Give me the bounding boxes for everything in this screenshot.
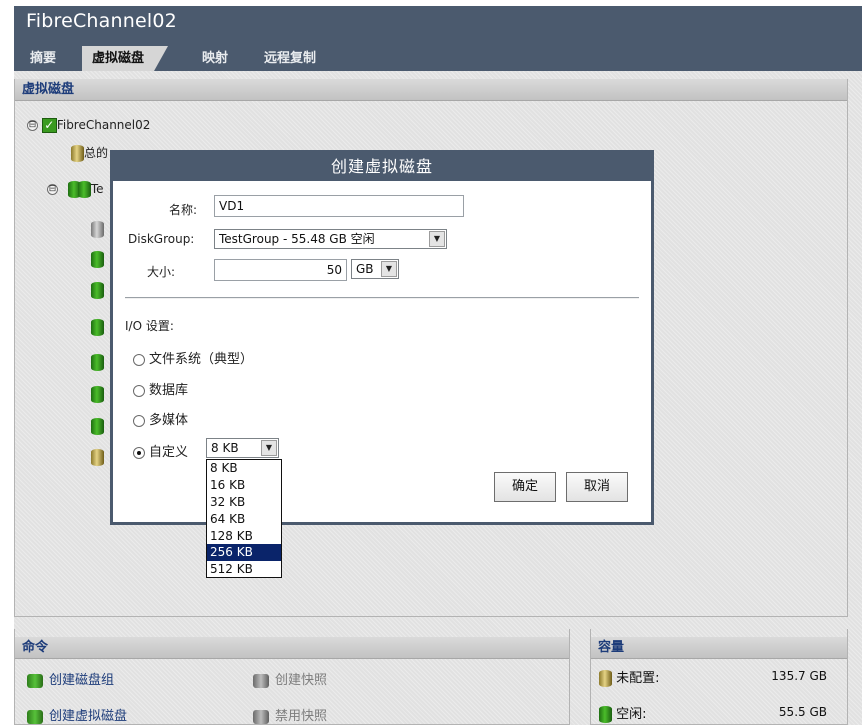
- size-unit-value: GB: [356, 262, 374, 276]
- tab-remote-replication[interactable]: 远程复制: [254, 46, 326, 71]
- tab-mapping[interactable]: 映射: [192, 46, 238, 71]
- capacity-free-row: 空闲:: [599, 703, 647, 723]
- disk-group-icon: [77, 181, 91, 198]
- disk-icon: [91, 319, 104, 336]
- chevron-down-icon[interactable]: ▼: [261, 440, 277, 456]
- radio-button-icon[interactable]: [133, 353, 145, 366]
- app-header: FibreChannel02 摘要 虚拟磁盘 映射 远程复制: [14, 6, 862, 71]
- disk-group-icon: [27, 673, 43, 688]
- io-settings-label: I/O 设置:: [125, 319, 174, 333]
- blocksize-dropdown-list: 8 KB 16 KB 32 KB 64 KB 128 KB 256 KB 512…: [206, 459, 282, 578]
- ok-button[interactable]: 确定: [494, 472, 556, 502]
- size-label: 大小:: [147, 265, 176, 279]
- radio-button-checked-icon[interactable]: [133, 446, 145, 459]
- radio-custom[interactable]: 自定义: [133, 441, 188, 460]
- tree-group-label: Te: [90, 182, 104, 196]
- unconfigured-disk-icon: [599, 670, 612, 687]
- capacity-unconfigured-value: 135.7 GB: [771, 669, 827, 683]
- snapshot-icon: [253, 673, 269, 688]
- create-snapshot-link[interactable]: 创建快照: [253, 669, 327, 688]
- tab-virtual-disks[interactable]: 虚拟磁盘: [82, 46, 169, 71]
- tree-item-row[interactable]: [91, 447, 104, 467]
- disk-icon: [91, 418, 104, 435]
- radio-custom-label: 自定义: [149, 445, 189, 460]
- dropdown-option[interactable]: 64 KB: [207, 511, 281, 528]
- disable-snapshot-icon: [253, 709, 269, 724]
- free-disk-icon: [599, 706, 612, 723]
- disk-icon: [91, 221, 104, 238]
- disk-icon: [71, 145, 84, 162]
- create-disk-group-link[interactable]: 创建磁盘组: [27, 669, 114, 688]
- dialog-title: 创建虚拟磁盘: [113, 153, 651, 181]
- create-snapshot-label: 创建快照: [275, 673, 328, 688]
- radio-filesystem-label: 文件系统（典型）: [149, 352, 254, 367]
- disk-icon: [91, 449, 104, 466]
- radio-database-label: 数据库: [149, 383, 189, 398]
- custom-blocksize-value: 8 KB: [211, 441, 239, 455]
- commands-panel: 创建磁盘组 创建快照 创建虚拟磁盘 禁用快照: [14, 629, 570, 725]
- name-label: 名称:: [169, 203, 198, 217]
- size-input[interactable]: 50: [214, 259, 347, 281]
- tree-item-row[interactable]: [91, 219, 104, 239]
- tree-item-row[interactable]: [91, 249, 104, 269]
- disable-snapshot-link[interactable]: 禁用快照: [253, 705, 327, 724]
- dropdown-option[interactable]: 8 KB: [207, 460, 281, 477]
- dropdown-option[interactable]: 16 KB: [207, 477, 281, 494]
- tree-item-row[interactable]: [91, 352, 104, 372]
- tree-item-row[interactable]: [91, 317, 104, 337]
- capacity-unconfigured-label: 未配置:: [616, 671, 660, 686]
- dropdown-option[interactable]: 128 KB: [207, 528, 281, 545]
- tree-total-label: 总的: [84, 146, 109, 160]
- diskgroup-select[interactable]: TestGroup - 55.48 GB 空闲 ▼: [214, 229, 447, 249]
- radio-multimedia-label: 多媒体: [149, 413, 189, 428]
- capacity-free-label: 空闲:: [616, 707, 647, 722]
- create-disk-group-label: 创建磁盘组: [49, 673, 115, 688]
- capacity-free-value: 55.5 GB: [778, 705, 827, 719]
- virtual-disk-icon: [27, 709, 43, 724]
- disable-snapshot-label: 禁用快照: [275, 709, 328, 724]
- disk-icon: [91, 251, 104, 268]
- name-input[interactable]: VD1: [214, 195, 464, 217]
- radio-button-icon[interactable]: [133, 414, 145, 427]
- checkmark-icon: ✓: [41, 118, 57, 133]
- tree-root-row[interactable]: ⊟ ✓ FibreChannel02: [27, 115, 150, 135]
- create-virtual-disk-link[interactable]: 创建虚拟磁盘: [27, 705, 127, 724]
- tab-bar: 摘要 虚拟磁盘 映射 远程复制: [14, 46, 862, 71]
- capacity-panel: 未配置: 135.7 GB 空闲: 55.5 GB: [590, 629, 848, 725]
- diskgroup-label: DiskGroup:: [128, 232, 195, 246]
- app-title: FibreChannel02: [26, 10, 177, 32]
- radio-filesystem[interactable]: 文件系统（典型）: [133, 348, 253, 367]
- dropdown-option[interactable]: 32 KB: [207, 494, 281, 511]
- dropdown-option[interactable]: 512 KB: [207, 561, 281, 578]
- chevron-down-icon[interactable]: ▼: [381, 261, 397, 277]
- tree-total-row[interactable]: 总的: [71, 143, 108, 163]
- tree-item-row[interactable]: [91, 384, 104, 404]
- disk-icon: [91, 282, 104, 299]
- radio-multimedia[interactable]: 多媒体: [133, 409, 188, 428]
- size-unit-select[interactable]: GB ▼: [351, 259, 399, 279]
- radio-database[interactable]: 数据库: [133, 379, 188, 398]
- cancel-button[interactable]: 取消: [566, 472, 628, 502]
- create-virtual-disk-dialog: 创建虚拟磁盘 名称: VD1 DiskGroup: TestGroup - 55…: [110, 150, 654, 525]
- disk-icon: [91, 386, 104, 403]
- tree-item-row[interactable]: [91, 280, 104, 300]
- tab-summary[interactable]: 摘要: [20, 46, 66, 71]
- tree-group-row[interactable]: ⊟ Te: [47, 179, 104, 199]
- disk-icon: [91, 354, 104, 371]
- collapse-icon[interactable]: ⊟: [47, 184, 58, 195]
- custom-blocksize-select[interactable]: 8 KB ▼: [206, 438, 279, 458]
- create-virtual-disk-label: 创建虚拟磁盘: [49, 709, 128, 724]
- tree-item-row[interactable]: [91, 416, 104, 436]
- diskgroup-selected-value: TestGroup - 55.48 GB 空闲: [219, 232, 375, 246]
- radio-button-icon[interactable]: [133, 384, 145, 397]
- dialog-divider: [125, 297, 639, 299]
- dropdown-option-highlighted[interactable]: 256 KB: [207, 544, 281, 562]
- chevron-down-icon[interactable]: ▼: [429, 231, 445, 247]
- collapse-icon[interactable]: ⊟: [27, 120, 38, 131]
- capacity-unconfigured-row: 未配置:: [599, 667, 660, 687]
- tree-root-label: FibreChannel02: [56, 118, 151, 132]
